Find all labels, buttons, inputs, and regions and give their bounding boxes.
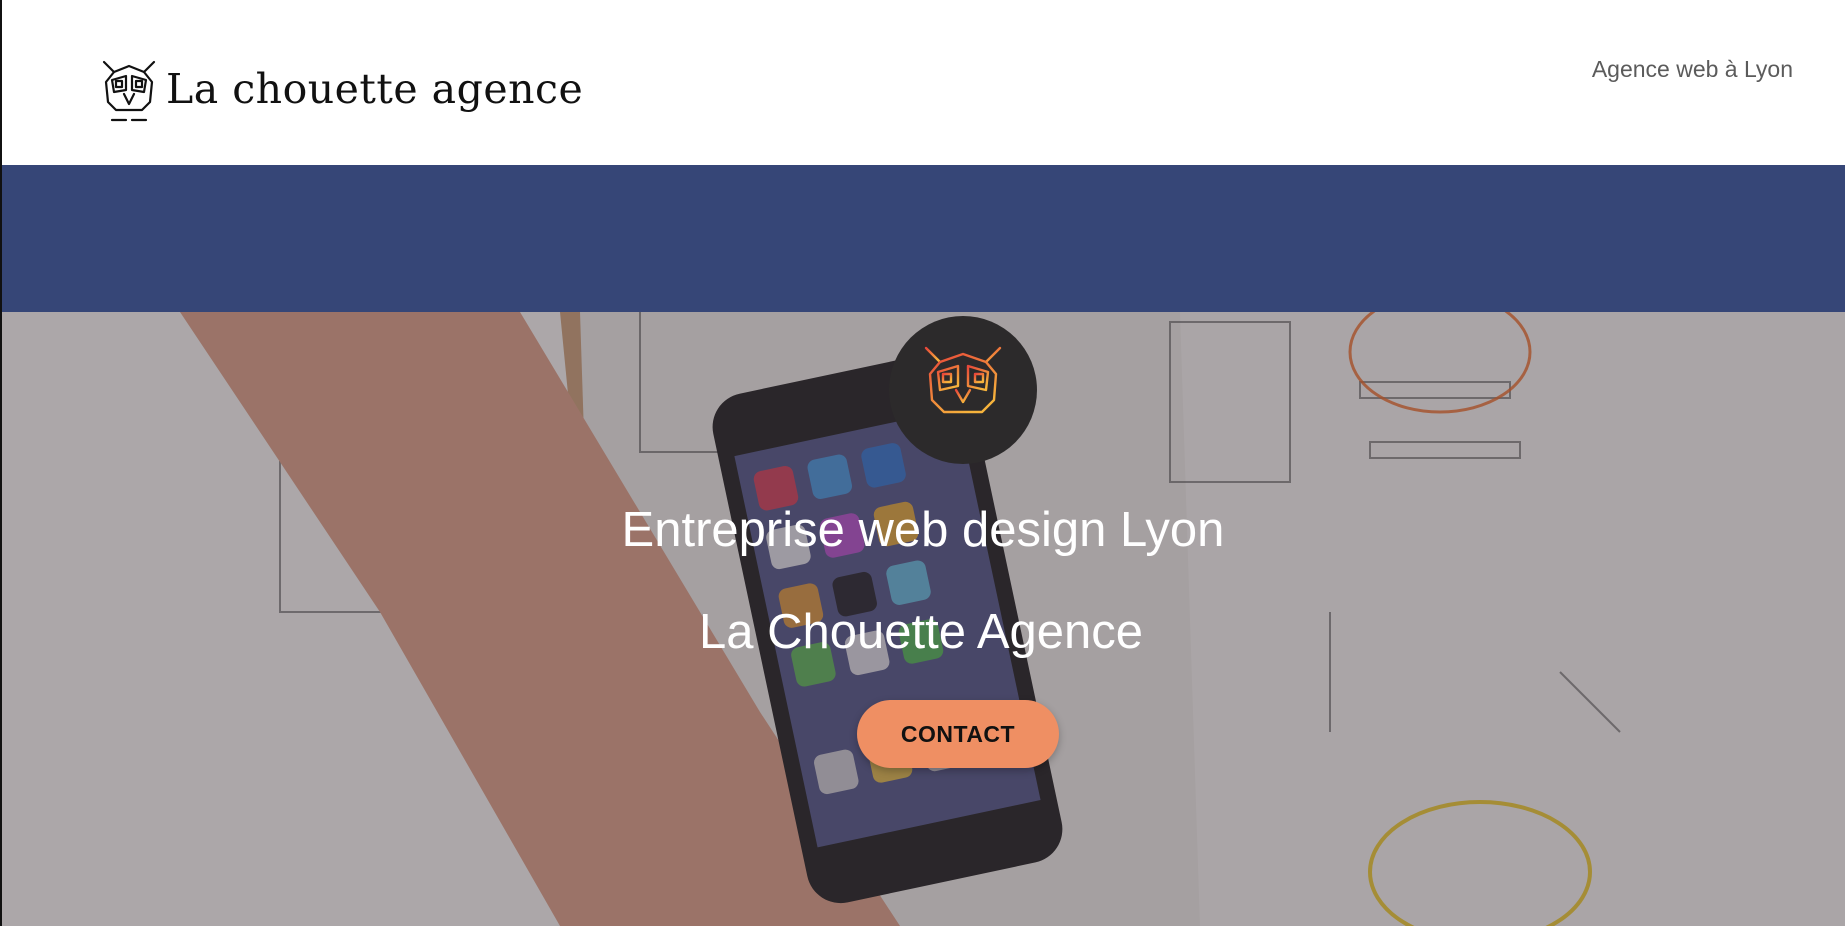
site-header: La chouette agence Agence web à Lyon (0, 0, 1845, 165)
nav-link-agence-web[interactable]: Agence web à Lyon (1592, 56, 1793, 83)
hero-owl-badge (889, 316, 1037, 464)
brand-name: La chouette agence (166, 64, 584, 113)
window-left-edge (0, 0, 2, 926)
hero-subtitle: La Chouette Agence (698, 605, 1144, 659)
contact-button[interactable]: CONTACT (857, 700, 1059, 768)
hero-section: Entreprise web design Lyon La Chouette A… (0, 312, 1845, 926)
owl-logo-icon (924, 346, 1002, 430)
hero-title: Entreprise web design Lyon (621, 503, 1225, 557)
brand-link[interactable]: La chouette agence (100, 58, 583, 126)
owl-logo-icon (102, 60, 156, 122)
blue-banner (0, 165, 1845, 312)
